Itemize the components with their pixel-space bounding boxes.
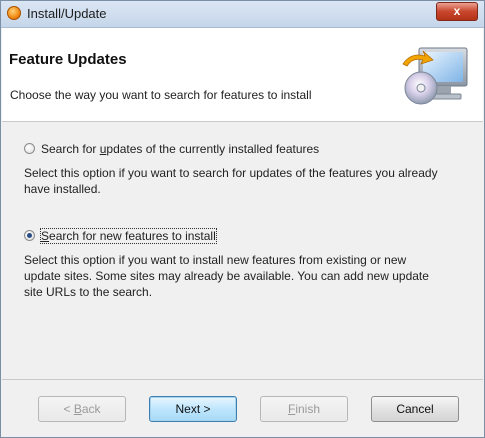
option-search-updates-description: Select this option if you want to search… (24, 166, 438, 196)
finish-button[interactable]: Finish (260, 396, 348, 422)
title-bar[interactable]: Install/Update x (1, 1, 484, 28)
button-bar-divider (2, 379, 483, 380)
back-button-prefix: < (63, 402, 74, 416)
radio-search-new-features[interactable] (24, 230, 35, 241)
next-button[interactable]: Next > (149, 396, 237, 422)
label-suffix: pdates of the currently installed featur… (106, 142, 320, 156)
back-button[interactable]: < Back (38, 396, 126, 422)
finish-button-suffix: inish (295, 402, 321, 416)
eclipse-app-icon (7, 6, 21, 20)
wizard-header: Feature Updates Choose the way you want … (2, 28, 483, 122)
cancel-button[interactable]: Cancel (371, 396, 459, 422)
option-search-updates[interactable]: Search for updates of the currently inst… (24, 142, 319, 156)
page-description: Choose the way you want to search for fe… (10, 88, 312, 102)
label-accelerator: S (41, 229, 50, 243)
label-prefix: Search for (41, 142, 100, 156)
back-button-accelerator: B (73, 402, 82, 416)
page-title: Feature Updates (9, 51, 127, 68)
back-button-suffix: ack (81, 402, 101, 416)
radio-search-updates[interactable] (24, 143, 35, 154)
install-update-dialog: Install/Update x Feature Updates Choose … (0, 0, 485, 438)
wizard-content: Search for updates of the currently inst… (2, 122, 483, 375)
window-title: Install/Update (27, 6, 107, 21)
option-search-updates-label[interactable]: Search for updates of the currently inst… (41, 142, 319, 156)
option-search-new-features[interactable]: Search for new features to install (24, 228, 217, 244)
option-search-new-features-label[interactable]: Search for new features to install (40, 228, 217, 244)
close-button[interactable]: x (436, 2, 478, 21)
option-search-new-features-description: Select this option if you want to instal… (24, 253, 429, 299)
label-suffix: earch for new features to install (49, 229, 216, 243)
install-wizard-monitor-cd-icon (402, 47, 468, 105)
